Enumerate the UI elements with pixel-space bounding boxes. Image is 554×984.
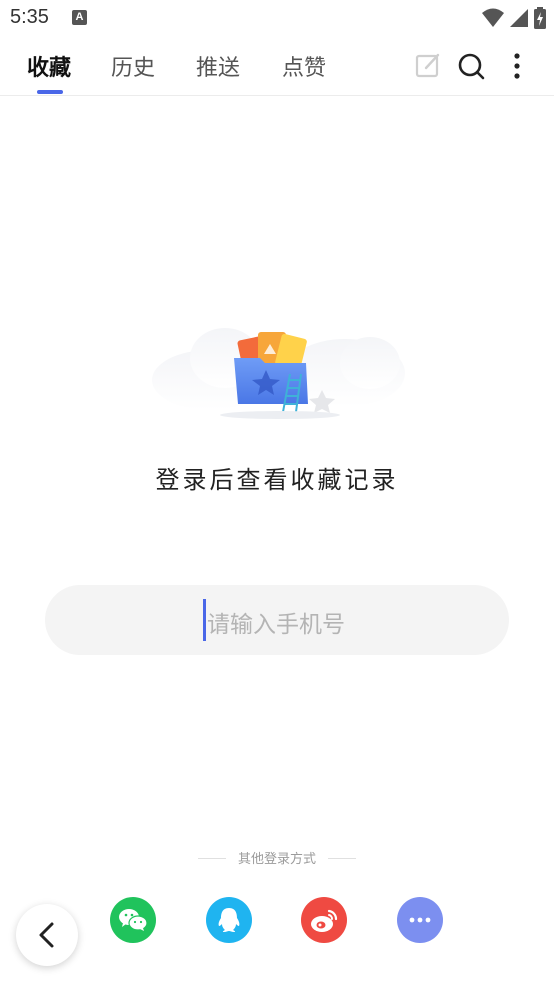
divider-right bbox=[328, 858, 356, 859]
status-bar: 5:35 A bbox=[0, 0, 554, 36]
qq-login-button[interactable] bbox=[206, 897, 252, 943]
tab-history[interactable]: 历史 bbox=[111, 50, 155, 82]
battery-icon bbox=[534, 7, 546, 29]
login-prompt: 登录后查看收藏记录 bbox=[155, 466, 399, 494]
wechat-login-button[interactable] bbox=[110, 897, 156, 943]
tab-header: 收藏 历史 推送 点赞 bbox=[0, 36, 554, 96]
active-tab-indicator bbox=[37, 90, 63, 94]
text-caret bbox=[203, 599, 206, 641]
phone-input-placeholder: 请输入手机号 bbox=[207, 612, 345, 638]
more-icon bbox=[409, 917, 431, 923]
status-icons bbox=[482, 6, 546, 30]
edit-icon[interactable] bbox=[414, 52, 442, 80]
weibo-icon bbox=[311, 909, 338, 932]
other-login-section: 其他登录方式 bbox=[0, 848, 554, 868]
empty-favorites-illustration bbox=[152, 328, 405, 419]
back-button[interactable] bbox=[16, 904, 78, 966]
qq-icon bbox=[218, 908, 240, 932]
weibo-login-button[interactable] bbox=[301, 897, 347, 943]
wechat-icon bbox=[119, 909, 148, 931]
signal-icon bbox=[510, 9, 528, 27]
tab-push[interactable]: 推送 bbox=[196, 50, 240, 82]
phone-number-input[interactable]: 请输入手机号 bbox=[45, 585, 509, 655]
other-login-label: 其他登录方式 bbox=[237, 852, 316, 867]
search-icon[interactable] bbox=[457, 52, 485, 80]
notification-icon: A bbox=[72, 10, 87, 25]
more-vertical-icon[interactable] bbox=[503, 52, 531, 80]
wifi-icon bbox=[482, 8, 504, 27]
more-login-button[interactable] bbox=[397, 897, 443, 943]
chevron-left-icon bbox=[39, 922, 54, 948]
tab-likes[interactable]: 点赞 bbox=[282, 50, 326, 82]
tab-favorites[interactable]: 收藏 bbox=[27, 50, 71, 82]
status-time: 5:35 bbox=[10, 6, 49, 28]
divider-left bbox=[198, 858, 226, 859]
